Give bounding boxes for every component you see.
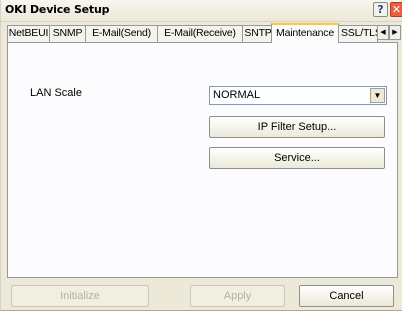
tab-ssl-tls[interactable]: SSL/TLS — [338, 25, 378, 42]
lan-scale-label: LAN Scale — [30, 87, 82, 99]
chevron-down-icon: ▼ — [373, 91, 382, 100]
window-title: OKI Device Setup — [5, 3, 110, 16]
tab-strip: NetBEUI SNMP E-Mail(Send) E-Mail(Receive… — [7, 23, 402, 43]
lan-scale-select[interactable]: NORMAL ▼ — [209, 86, 387, 105]
initialize-button[interactable]: Initialize — [11, 285, 149, 307]
lan-scale-value: NORMAL — [213, 89, 261, 101]
help-button[interactable]: ? — [373, 2, 388, 17]
dropdown-button[interactable]: ▼ — [370, 88, 385, 103]
tab-scroll-right-button[interactable]: ▶ — [389, 25, 401, 40]
tab-email-send[interactable]: E-Mail(Send) — [85, 25, 158, 42]
title-bar[interactable]: OKI Device Setup ? ✕ — [1, 0, 402, 22]
tab-snmp[interactable]: SNMP — [49, 25, 86, 42]
device-setup-window: OKI Device Setup ? ✕ NetBEUI SNMP E-Mail… — [0, 0, 402, 311]
tab-netbeui[interactable]: NetBEUI — [7, 25, 50, 42]
tab-sntp[interactable]: SNTP — [242, 25, 274, 42]
tab-scroll-left-button[interactable]: ◀ — [377, 25, 389, 40]
tab-maintenance[interactable]: Maintenance — [271, 23, 339, 43]
cancel-button[interactable]: Cancel — [299, 285, 394, 307]
tab-email-receive[interactable]: E-Mail(Receive) — [157, 25, 243, 42]
apply-button[interactable]: Apply — [190, 285, 285, 307]
close-icon: ✕ — [391, 3, 402, 16]
help-icon: ? — [377, 3, 384, 16]
service-button[interactable]: Service... — [209, 147, 385, 169]
chevron-left-icon: ◀ — [380, 29, 386, 36]
ip-filter-setup-button[interactable]: IP Filter Setup... — [209, 116, 385, 138]
close-button[interactable]: ✕ — [390, 2, 402, 17]
chevron-right-icon: ▶ — [392, 29, 398, 36]
